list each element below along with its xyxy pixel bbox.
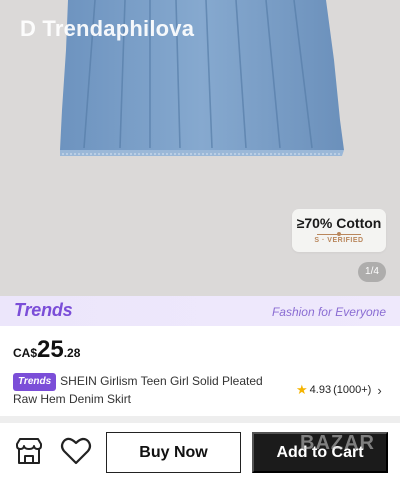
- store-icon[interactable]: [14, 436, 44, 466]
- trends-banner[interactable]: Trends Fashion for Everyone: [0, 296, 400, 326]
- image-counter: 1/4: [358, 262, 386, 282]
- rating-count: (1000+): [333, 384, 372, 396]
- chevron-right-icon: ›: [377, 382, 382, 398]
- add-to-cart-button[interactable]: Add to Cart: [252, 432, 388, 473]
- cotton-label: ≥70% Cotton: [296, 215, 382, 231]
- star-icon: ★: [296, 382, 308, 397]
- price-cents: .28: [63, 346, 81, 360]
- price-currency: CA$: [13, 346, 38, 360]
- price-whole: 25: [37, 336, 64, 363]
- cotton-verified-badge: ≥70% Cotton S · VERIFIED: [292, 209, 386, 252]
- rating-score: 4.93: [309, 384, 332, 396]
- heart-icon[interactable]: [60, 436, 92, 466]
- seller-watermark: D Trendaphilova: [20, 16, 195, 41]
- section-divider: [0, 416, 400, 423]
- trends-logo: Trends: [14, 300, 73, 320]
- trends-tagline: Fashion for Everyone: [271, 305, 386, 319]
- buy-now-button[interactable]: Buy Now: [106, 432, 241, 473]
- product-title-row: Trends SHEIN Girlism Teen Girl Solid Plea…: [13, 373, 283, 407]
- verified-label: S · VERIFIED: [314, 237, 364, 244]
- trends-badge: Trends: [13, 373, 57, 391]
- product-price: CA$25.28: [13, 336, 80, 364]
- rating-link[interactable]: ★ 4.93 (1000+) ›: [296, 382, 382, 398]
- badge-divider: [317, 232, 361, 236]
- bottom-action-bar: Buy Now Add to Cart: [0, 423, 400, 480]
- product-image-carousel[interactable]: D Trendaphilova ≥70% Cotton S · VERIFIED…: [0, 0, 400, 296]
